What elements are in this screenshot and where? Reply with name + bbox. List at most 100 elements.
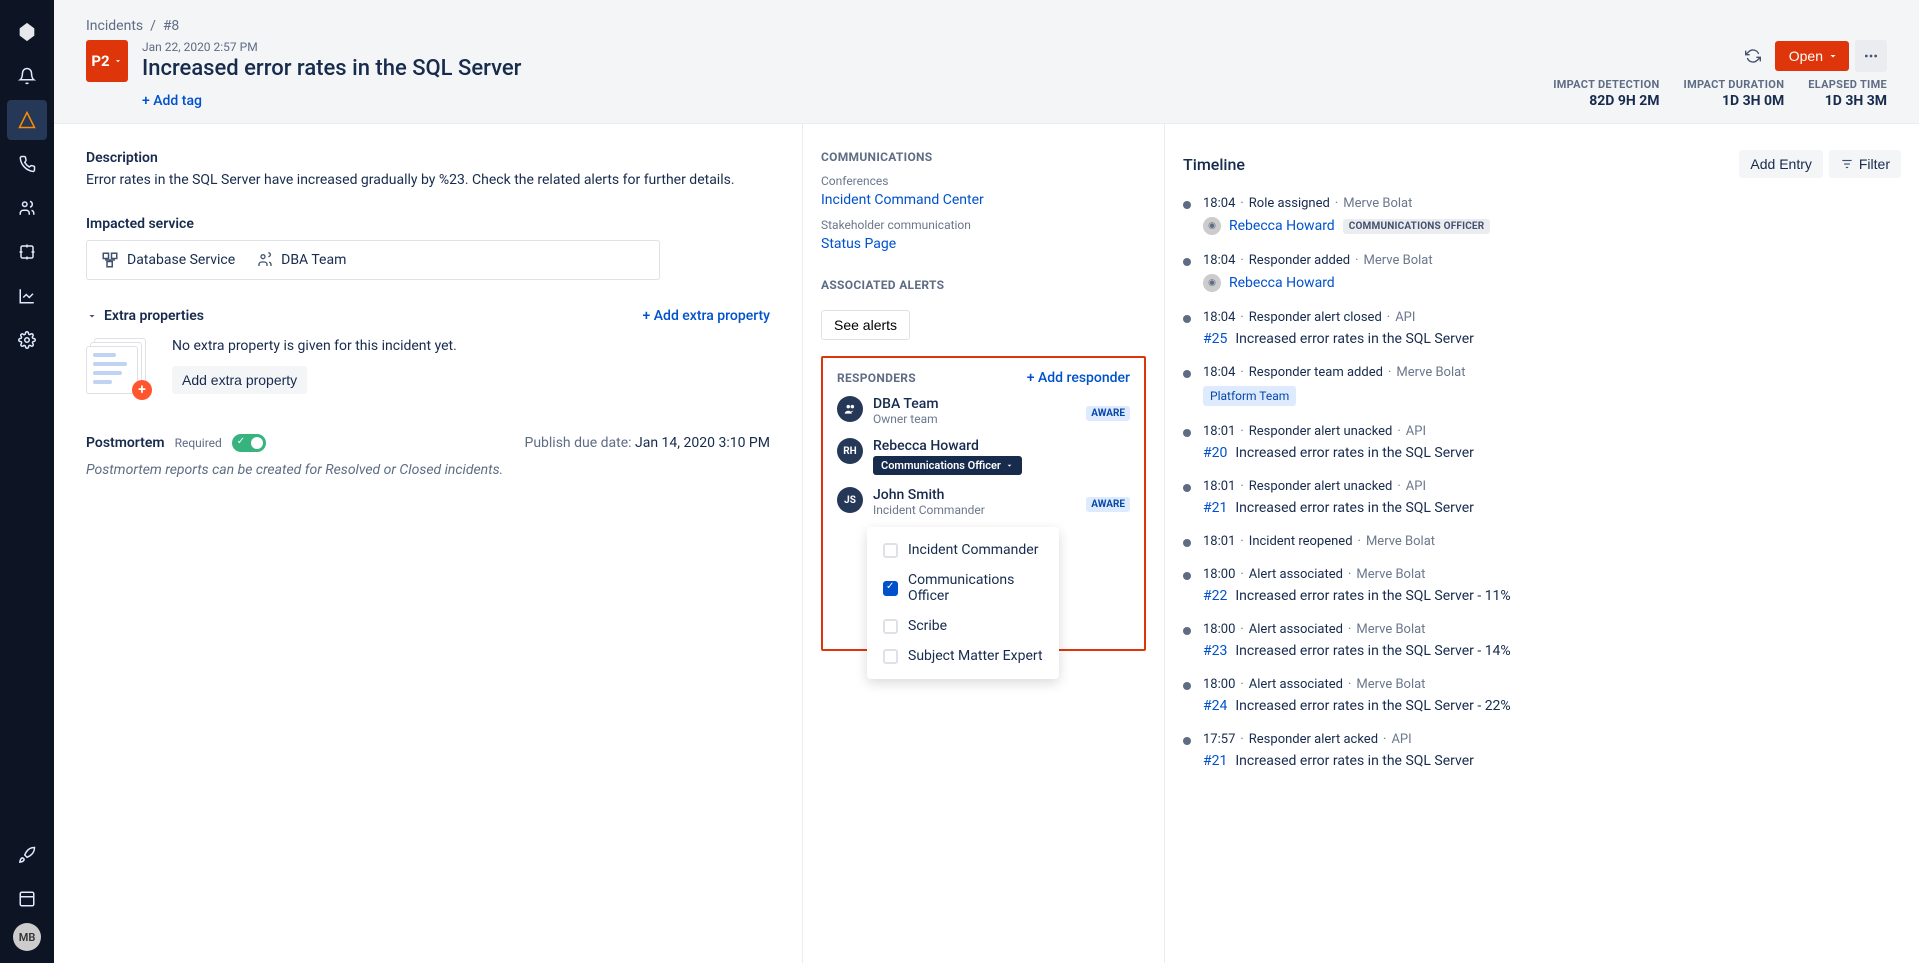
timeline-alert-ref[interactable]: #21 bbox=[1203, 500, 1227, 516]
postmortem-note: Postmortem reports can be created for Re… bbox=[86, 462, 770, 478]
role-option[interactable]: Scribe bbox=[867, 611, 1059, 641]
bell-icon[interactable] bbox=[7, 56, 47, 96]
breadcrumb-root[interactable]: Incidents bbox=[86, 18, 143, 34]
communications-heading: COMMUNICATIONS bbox=[821, 150, 1146, 164]
description-heading: Description bbox=[86, 150, 770, 166]
open-status-button[interactable]: Open bbox=[1775, 41, 1849, 71]
refresh-button[interactable] bbox=[1737, 40, 1769, 72]
logo-icon[interactable] bbox=[7, 12, 47, 52]
role-option[interactable]: Subject Matter Expert bbox=[867, 641, 1059, 671]
postmortem-heading: Postmortem bbox=[86, 435, 165, 451]
header-stats: IMPACT DETECTION82D 9H 2MIMPACT DURATION… bbox=[1553, 78, 1887, 109]
incident-command-center-link[interactable]: Incident Command Center bbox=[821, 192, 1146, 208]
archive-icon[interactable] bbox=[7, 879, 47, 919]
timeline-time: 18:00 bbox=[1203, 677, 1235, 692]
timeline-entry: 17:57·Responder alert acked·API#21Increa… bbox=[1183, 732, 1901, 769]
responder-avatar: RH bbox=[837, 438, 863, 464]
extra-property-illustration: + bbox=[86, 338, 146, 394]
timeline-time: 18:00 bbox=[1203, 567, 1235, 582]
timeline-time: 17:57 bbox=[1203, 732, 1235, 747]
timeline-actor: Merve Bolat bbox=[1364, 253, 1433, 268]
timeline-dot bbox=[1183, 572, 1191, 580]
postmortem-required-toggle[interactable] bbox=[232, 434, 266, 452]
timeline-actor: Merve Bolat bbox=[1343, 196, 1412, 211]
timeline-alert-ref[interactable]: #20 bbox=[1203, 445, 1227, 461]
role-option-label: Communications Officer bbox=[908, 572, 1043, 604]
impacted-team: DBA Team bbox=[257, 252, 346, 268]
checkbox-icon bbox=[883, 543, 898, 558]
impacted-service-box: Database Service DBA Team bbox=[86, 240, 660, 280]
timeline-alert-text: Increased error rates in the SQL Server bbox=[1235, 753, 1474, 769]
timeline-user-link[interactable]: Rebecca Howard bbox=[1229, 218, 1335, 234]
timeline-event: Alert associated bbox=[1249, 677, 1343, 692]
incidents-icon[interactable] bbox=[7, 100, 47, 140]
add-entry-button[interactable]: Add Entry bbox=[1739, 150, 1822, 178]
timeline-event: Responder alert unacked bbox=[1249, 424, 1393, 439]
timeline-time: 18:01 bbox=[1203, 424, 1235, 439]
team-icon[interactable] bbox=[7, 188, 47, 228]
rocket-icon[interactable] bbox=[7, 835, 47, 875]
role-chip: COMMUNICATIONS OFFICER bbox=[1343, 219, 1491, 234]
team-chip[interactable]: Platform Team bbox=[1203, 386, 1296, 406]
responder-role-pill[interactable]: Communications Officer bbox=[873, 456, 1022, 475]
responders-heading: RESPONDERS bbox=[837, 371, 916, 385]
add-responder-link[interactable]: + Add responder bbox=[1027, 370, 1130, 386]
aware-badge: AWARE bbox=[1086, 406, 1130, 421]
timeline-alert-ref[interactable]: #25 bbox=[1203, 331, 1227, 347]
user-avatar[interactable]: MB bbox=[13, 923, 41, 951]
breadcrumb-id: #8 bbox=[163, 18, 180, 34]
settings-icon[interactable] bbox=[7, 320, 47, 360]
timeline-dot bbox=[1183, 484, 1191, 492]
extra-properties-heading[interactable]: Extra properties bbox=[86, 308, 204, 324]
checkbox-icon bbox=[883, 649, 898, 664]
timeline-dot bbox=[1183, 370, 1191, 378]
add-extra-property-link[interactable]: + Add extra property bbox=[643, 308, 770, 324]
timeline-actor: Merve Bolat bbox=[1366, 534, 1435, 549]
timeline-alert-text: Increased error rates in the SQL Server bbox=[1235, 331, 1474, 347]
add-tag-link[interactable]: + Add tag bbox=[142, 93, 202, 109]
see-alerts-button[interactable]: See alerts bbox=[821, 310, 910, 340]
description-text: Error rates in the SQL Server have incre… bbox=[86, 172, 770, 188]
timeline-event: Alert associated bbox=[1249, 622, 1343, 637]
incident-header: Incidents / #8 P2 Jan 22, 2020 2:57 PM I… bbox=[54, 0, 1919, 124]
responder-item: RHRebecca HowardCommunications Officer bbox=[837, 438, 1130, 475]
timeline-dot bbox=[1183, 201, 1191, 209]
status-page-link[interactable]: Status Page bbox=[821, 236, 1146, 252]
stat-value: 1D 3H 0M bbox=[1684, 93, 1785, 109]
timeline-event: Responder added bbox=[1249, 253, 1350, 268]
aware-badge: AWARE bbox=[1086, 497, 1130, 512]
timeline-entry: 18:04·Role assigned·Merve Bolat◉Rebecca … bbox=[1183, 196, 1901, 235]
stat-label: IMPACT DETECTION bbox=[1553, 78, 1659, 91]
timeline-user-link[interactable]: Rebecca Howard bbox=[1229, 275, 1335, 291]
role-option[interactable]: Communications Officer bbox=[867, 565, 1059, 611]
timeline-time: 18:04 bbox=[1203, 310, 1235, 325]
timeline-heading: Timeline bbox=[1183, 155, 1245, 174]
integration-icon[interactable] bbox=[7, 232, 47, 272]
timeline-alert-ref[interactable]: #23 bbox=[1203, 643, 1227, 659]
timeline-actor: Merve Bolat bbox=[1396, 365, 1465, 380]
avatar-icon: ◉ bbox=[1203, 217, 1221, 235]
impacted-service: Database Service bbox=[101, 251, 235, 269]
analytics-icon[interactable] bbox=[7, 276, 47, 316]
timeline-alert-ref[interactable]: #24 bbox=[1203, 698, 1227, 714]
phone-icon[interactable] bbox=[7, 144, 47, 184]
timeline-alert-ref[interactable]: #22 bbox=[1203, 588, 1227, 604]
add-extra-property-button[interactable]: Add extra property bbox=[172, 366, 307, 394]
timeline-actor: Merve Bolat bbox=[1356, 567, 1425, 582]
timeline-alert-ref[interactable]: #21 bbox=[1203, 753, 1227, 769]
priority-badge[interactable]: P2 bbox=[86, 40, 128, 82]
timeline-event: Alert associated bbox=[1249, 567, 1343, 582]
timeline-entry: 18:01·Incident reopened·Merve Bolat bbox=[1183, 534, 1901, 549]
timeline-event: Incident reopened bbox=[1249, 534, 1353, 549]
timeline-entry: 18:00·Alert associated·Merve Bolat#23Inc… bbox=[1183, 622, 1901, 659]
timeline-actor: API bbox=[1406, 424, 1426, 439]
timeline-alert-text: Increased error rates in the SQL Server bbox=[1235, 445, 1474, 461]
timeline-dot bbox=[1183, 429, 1191, 437]
timeline-time: 18:00 bbox=[1203, 622, 1235, 637]
more-button[interactable] bbox=[1855, 40, 1887, 72]
stakeholder-label: Stakeholder communication bbox=[821, 218, 1146, 232]
timeline-dot bbox=[1183, 258, 1191, 266]
postmortem-required-label: Required bbox=[175, 436, 222, 450]
role-option[interactable]: Incident Commander bbox=[867, 535, 1059, 565]
filter-button[interactable]: Filter bbox=[1829, 150, 1901, 178]
